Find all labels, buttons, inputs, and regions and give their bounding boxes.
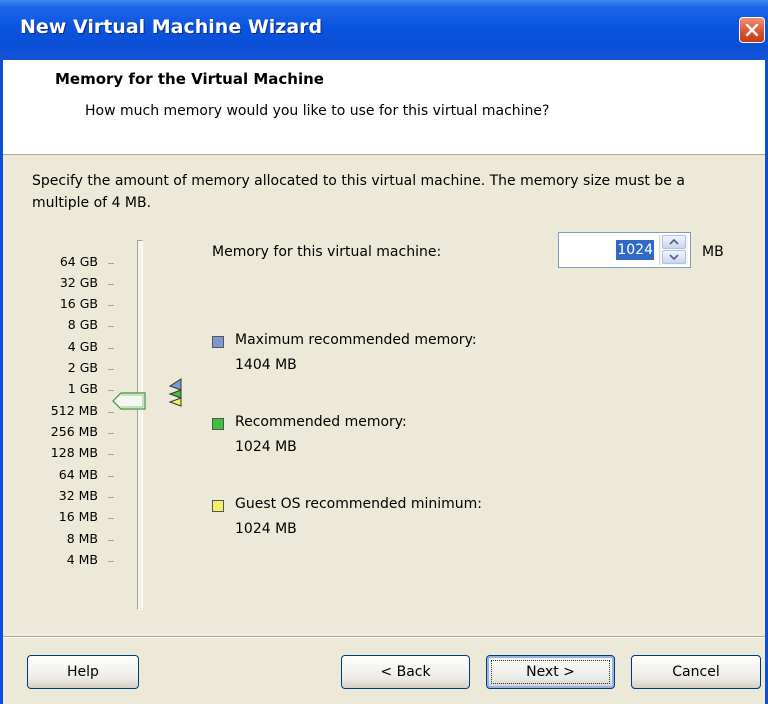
scale-label: 8 GB: [67, 317, 98, 332]
footer-divider: [3, 636, 765, 638]
guest-min-label: Guest OS recommended minimum:: [235, 496, 483, 512]
scale-label: 16 GB: [59, 296, 98, 311]
recommended-value: 1024 MB: [235, 439, 297, 455]
wizard-header: Memory for the Virtual Machine How much …: [3, 60, 765, 155]
scale-tick: [108, 540, 114, 541]
recommended-swatch: [212, 418, 224, 430]
window-frame-left: [0, 60, 3, 704]
memory-input[interactable]: 1024: [616, 240, 654, 260]
memory-slider-thumb[interactable]: [112, 392, 148, 414]
back-button[interactable]: < Back: [341, 655, 470, 689]
scale-tick: [108, 518, 114, 519]
spin-down-button[interactable]: [662, 250, 686, 264]
scale-label: 64 MB: [58, 467, 98, 482]
scale-tick: [108, 348, 114, 349]
close-button[interactable]: [739, 17, 765, 43]
spin-down-icon: [669, 254, 679, 261]
page-subtitle: How much memory would you like to use fo…: [85, 103, 550, 119]
next-button[interactable]: Next >: [486, 655, 615, 689]
memory-marker-icon: [168, 378, 182, 407]
scale-label: 128 MB: [50, 445, 98, 460]
memory-spinbox[interactable]: 1024: [558, 232, 691, 268]
description-text: Specify the amount of memory allocated t…: [32, 173, 685, 211]
memory-field-label: Memory for this virtual machine:: [212, 244, 441, 260]
close-icon: [745, 23, 759, 37]
scale-tick: [108, 369, 114, 370]
scale-tick: [108, 476, 114, 477]
memory-unit: MB: [702, 244, 724, 260]
scale-tick: [108, 326, 114, 327]
page-title: Memory for the Virtual Machine: [55, 70, 324, 88]
max-recommended-label: Maximum recommended memory:: [235, 332, 477, 348]
scale-tick: [108, 454, 114, 455]
recommended-label: Recommended memory:: [235, 414, 407, 430]
focus-rect: [491, 660, 610, 684]
scale-label: 32 MB: [58, 488, 98, 503]
scale-label: 2 GB: [67, 360, 98, 375]
cancel-button[interactable]: Cancel: [631, 655, 761, 689]
slider-thumb-icon: [112, 392, 146, 410]
guest-min-swatch: [212, 500, 224, 512]
memory-markers: [167, 378, 183, 412]
scale-tick: [108, 284, 114, 285]
memory-slider-track[interactable]: [137, 240, 143, 610]
help-button[interactable]: Help: [27, 655, 139, 689]
scale-label: 16 MB: [58, 509, 98, 524]
window-title: New Virtual Machine Wizard: [20, 16, 323, 38]
memory-field-label-text: Memory for this virtual machine:: [212, 244, 442, 260]
scale-tick: [108, 263, 114, 264]
scale-label: 8 MB: [66, 531, 98, 546]
title-bar: New Virtual Machine Wizard: [0, 0, 768, 60]
scale-label: 512 MB: [50, 403, 98, 418]
scale-tick: [108, 497, 114, 498]
scale-label: 32 GB: [59, 275, 98, 290]
scale-label: 1 GB: [67, 381, 98, 396]
scale-tick: [108, 390, 114, 391]
spin-up-button[interactable]: [662, 235, 686, 249]
max-recommended-value: 1404 MB: [235, 357, 297, 373]
spin-up-icon: [669, 238, 679, 245]
spin-buttons: [659, 235, 688, 265]
scale-tick: [108, 561, 114, 562]
guest-min-value: 1024 MB: [235, 521, 297, 537]
max-recommended-swatch: [212, 336, 224, 348]
scale-label: 4 GB: [67, 339, 98, 354]
scale-tick: [108, 433, 114, 434]
scale-label: 256 MB: [50, 424, 98, 439]
scale-label: 4 MB: [66, 552, 98, 567]
scale-tick: [108, 305, 114, 306]
scale-label: 64 GB: [59, 254, 98, 269]
